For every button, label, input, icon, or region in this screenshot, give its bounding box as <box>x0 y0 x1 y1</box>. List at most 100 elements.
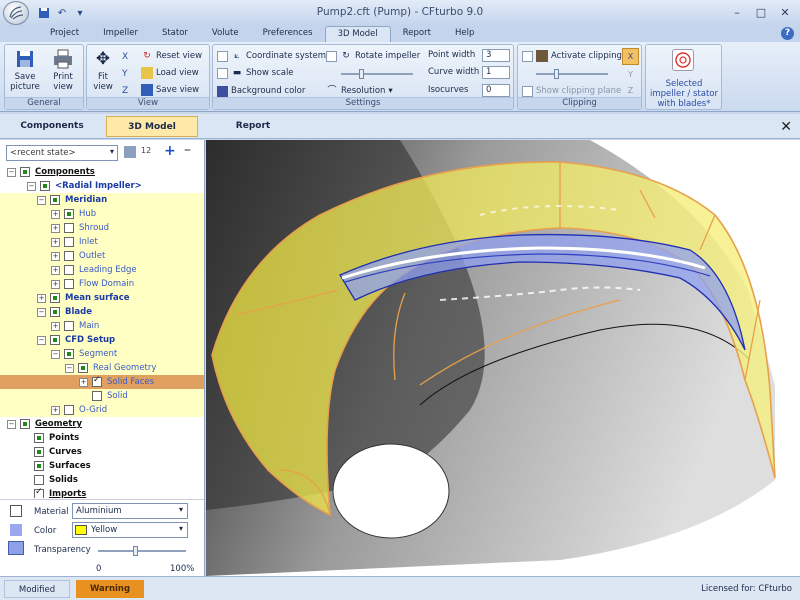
material-select[interactable]: Aluminium <box>72 503 188 519</box>
visibility-checkbox[interactable] <box>20 167 30 177</box>
fit-view-button[interactable]: ✥ Fit view <box>87 48 119 92</box>
visibility-checkbox[interactable] <box>64 321 74 331</box>
close-view-icon[interactable]: ✕ <box>780 119 792 135</box>
tree-item[interactable]: − Meridian <box>0 193 204 207</box>
transparency-thumb[interactable] <box>132 546 138 556</box>
tree-item[interactable]: + Inlet <box>0 235 204 249</box>
show-clipping-plane-toggle[interactable]: Show clipping plane <box>522 84 621 98</box>
tree-item[interactable]: Imports <box>0 487 204 498</box>
visibility-checkbox[interactable] <box>40 181 50 191</box>
visibility-checkbox[interactable] <box>64 349 74 359</box>
background-color-button[interactable]: Background color <box>217 84 305 98</box>
remove-icon[interactable]: – <box>184 142 191 158</box>
expand-toggle-icon[interactable]: − <box>65 363 74 373</box>
visibility-checkbox[interactable] <box>20 419 30 429</box>
expand-toggle-icon[interactable]: + <box>51 405 60 415</box>
tree-item[interactable]: Points <box>0 431 204 445</box>
visibility-checkbox[interactable] <box>64 265 74 275</box>
expand-toggle-icon[interactable]: − <box>37 335 46 345</box>
save-state-icon[interactable] <box>124 146 136 158</box>
show-scale-toggle[interactable]: ▬ Show scale <box>217 66 294 80</box>
point-width-input[interactable]: 3 <box>482 49 510 62</box>
tab-report-view[interactable]: Report <box>202 116 304 137</box>
expand-toggle-icon[interactable]: + <box>51 279 60 289</box>
tree-item[interactable]: + O-Grid <box>0 403 204 417</box>
tree-item[interactable]: − Components <box>0 165 204 179</box>
clipping-slider[interactable] <box>536 69 608 79</box>
curve-width-input[interactable]: 1 <box>482 66 510 79</box>
visibility-checkbox[interactable] <box>50 195 60 205</box>
tree-item[interactable]: + Flow Domain <box>0 277 204 291</box>
rotate-speed-slider[interactable] <box>341 69 413 79</box>
add-icon[interactable]: + <box>164 143 176 159</box>
selected-impeller-button[interactable]: Selected impeller / stator with blades* <box>645 44 722 110</box>
slider-thumb[interactable] <box>359 69 364 79</box>
visibility-checkbox[interactable] <box>50 293 60 303</box>
visibility-checkbox[interactable] <box>64 209 74 219</box>
tree-item[interactable]: + Shroud <box>0 221 204 235</box>
expand-toggle-icon[interactable]: + <box>51 265 60 275</box>
visibility-checkbox[interactable] <box>50 335 60 345</box>
expand-toggle-icon[interactable]: + <box>37 293 46 303</box>
visibility-checkbox[interactable] <box>64 237 74 247</box>
tree-item[interactable]: + Hub <box>0 207 204 221</box>
expand-toggle-icon[interactable]: − <box>37 195 46 205</box>
tab-3d-model-view[interactable]: 3D Model <box>106 116 198 137</box>
tree-item[interactable]: − Segment <box>0 347 204 361</box>
visibility-checkbox[interactable] <box>64 223 74 233</box>
expand-toggle-icon[interactable]: − <box>37 307 46 317</box>
help-icon[interactable]: ? <box>781 27 794 40</box>
expand-toggle-icon[interactable]: + <box>51 223 60 233</box>
visibility-checkbox[interactable] <box>34 475 44 485</box>
expand-toggle-icon[interactable]: + <box>79 377 88 387</box>
expand-toggle-icon[interactable]: + <box>51 237 60 247</box>
color-select[interactable]: Yellow <box>72 522 188 538</box>
minimize-button[interactable]: – <box>726 3 748 21</box>
tree-item[interactable]: − Real Geometry <box>0 361 204 375</box>
tree-item[interactable]: + Leading Edge <box>0 263 204 277</box>
visibility-checkbox[interactable] <box>34 461 44 471</box>
axis-view-icons[interactable]: XYZ <box>122 49 128 100</box>
tree-item[interactable]: Surfaces <box>0 459 204 473</box>
tree-item[interactable]: Curves <box>0 445 204 459</box>
tab-help[interactable]: Help <box>443 26 486 42</box>
tab-stator[interactable]: Stator <box>150 26 200 42</box>
visibility-checkbox[interactable] <box>34 487 44 498</box>
save-picture-button[interactable]: Save picture <box>7 48 43 92</box>
dropdown-arrow-icon[interactable]: ▾ <box>179 505 183 514</box>
tab-volute[interactable]: Volute <box>200 26 251 42</box>
show-scale-checkbox[interactable] <box>217 67 228 79</box>
tree-item[interactable]: Solid <box>0 389 204 403</box>
visibility-checkbox[interactable] <box>92 375 102 387</box>
rotate-impeller-toggle[interactable]: ↻ Rotate impeller <box>326 49 420 63</box>
tab-preferences[interactable]: Preferences <box>251 26 325 42</box>
combo-arrow-icon[interactable]: ▾ <box>110 147 114 156</box>
clip-y-icon[interactable]: Y <box>622 67 639 84</box>
resolution-dropdown[interactable]: ⌒ Resolution ▾ <box>326 84 392 98</box>
tree-item[interactable]: − <Radial Impeller> <box>0 179 204 193</box>
visibility-checkbox[interactable] <box>34 447 44 457</box>
tree-item[interactable]: + Main <box>0 319 204 333</box>
rotate-impeller-checkbox[interactable] <box>326 50 337 62</box>
tree-item[interactable]: − CFD Setup <box>0 333 204 347</box>
clip-z-icon[interactable]: Z <box>622 84 639 98</box>
tree-item[interactable]: − Blade <box>0 305 204 319</box>
expand-toggle-icon[interactable]: + <box>51 251 60 261</box>
visibility-checkbox[interactable] <box>50 307 60 317</box>
transparency-slider[interactable] <box>98 546 186 556</box>
expand-toggle-icon[interactable]: + <box>51 209 60 219</box>
visibility-checkbox[interactable] <box>64 279 74 289</box>
maximize-button[interactable]: □ <box>750 3 772 21</box>
load-view-button[interactable]: Load view <box>141 66 199 80</box>
expand-toggle-icon[interactable]: + <box>51 321 60 331</box>
tab-impeller[interactable]: Impeller <box>91 26 150 42</box>
tab-components[interactable]: Components <box>2 116 102 137</box>
print-view-button[interactable]: Print view <box>45 48 81 92</box>
visibility-checkbox[interactable] <box>64 251 74 261</box>
isocurves-input[interactable]: 0 <box>482 84 510 97</box>
expand-toggle-icon[interactable]: − <box>7 419 16 429</box>
reset-view-button[interactable]: ↻ Reset view <box>141 49 202 63</box>
tab-project[interactable]: Project <box>38 26 91 42</box>
3d-viewport[interactable] <box>206 140 800 576</box>
dropdown-arrow-icon[interactable]: ▾ <box>179 524 183 533</box>
